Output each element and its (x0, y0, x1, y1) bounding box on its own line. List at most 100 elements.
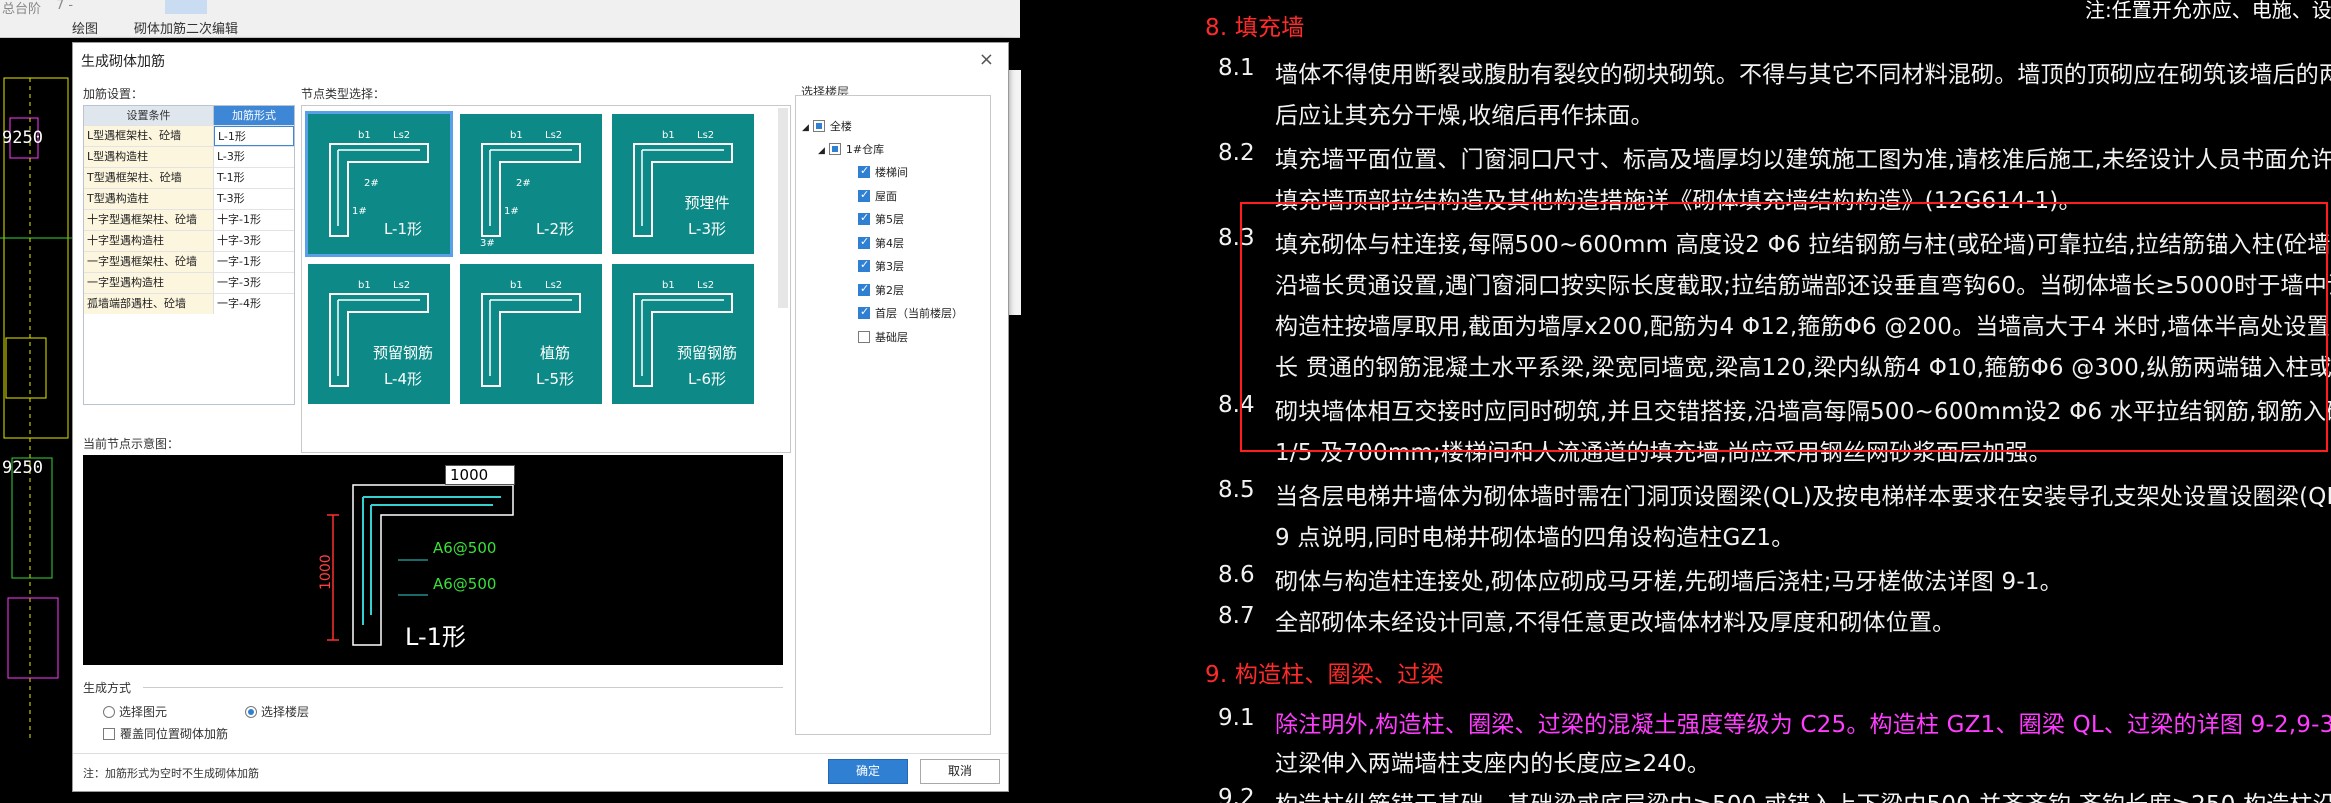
close-icon[interactable]: × (979, 49, 994, 70)
cell-form[interactable]: T-1形 (214, 168, 294, 188)
tree-label: 首层（当前楼层） (875, 307, 963, 320)
collapse-arrow-icon[interactable]: ◢ (802, 123, 809, 133)
option-label: 选择楼层 (261, 705, 310, 719)
thumb-mark-ls2: Ls2 (545, 130, 562, 141)
dimension-input[interactable]: 1000 (445, 465, 515, 485)
node-type-label: 节点类型选择： (301, 87, 386, 101)
table-row[interactable]: 十字型遇框架柱、砼墙 十字-1形 (84, 209, 294, 230)
thumb-label: L-2形 (535, 220, 575, 238)
cell-condition: 十字型遇构造柱 (84, 231, 214, 251)
cell-form[interactable]: 十字-3形 (214, 231, 294, 251)
cell-condition: 一字型遇构造柱 (84, 273, 214, 293)
checkbox-icon[interactable] (103, 728, 115, 740)
cell-form[interactable]: 一字-3形 (214, 273, 294, 293)
table-row[interactable]: T型遇构造柱 T-3形 (84, 188, 294, 209)
item-number: 8.6 (1218, 562, 1255, 588)
tree-node-floor[interactable]: 基础层 (858, 329, 908, 345)
footer-note: 注：加筋形式为空时不生成砌体加筋 (83, 767, 259, 780)
cell-condition: 一字型遇框架柱、砼墙 (84, 252, 214, 272)
item-number: 9.2 (1218, 785, 1255, 803)
cell-condition: 孤墙端部遇柱、砼墙 (84, 294, 214, 314)
cell-form[interactable]: 十字-1形 (214, 210, 294, 230)
ribbon-tab-edit[interactable]: 砌体加筋二次编辑 (134, 18, 238, 37)
thumb-mark-b1: b1 (662, 130, 675, 141)
cancel-button[interactable]: 取消 (920, 759, 1000, 784)
checkbox-icon[interactable] (858, 211, 870, 225)
table-row[interactable]: 孤墙端部遇柱、砼墙 一字-4形 (84, 293, 294, 314)
tree-node-floor[interactable]: 楼梯间 (858, 164, 908, 180)
note-line: 9 点说明,同时电梯井砌体墙的四角设构造柱GZ1。 (1275, 525, 1795, 551)
thumb-label: L-3形 (687, 220, 727, 238)
thumb-sublabel: 预留钢筋 (372, 344, 433, 362)
floor-tree: ◢ 全楼 ◢ 1#仓库 楼梯间屋面第5层第4层第3层第2层首层（当前楼层） 基础层 (795, 95, 991, 735)
cell-form[interactable]: L-3形 (214, 147, 294, 167)
cell-form[interactable]: 一字-1形 (214, 252, 294, 272)
radio-icon[interactable] (245, 706, 257, 718)
checkbox-icon[interactable] (812, 120, 825, 132)
node-thumb-l4[interactable]: b1 Ls2 预留钢筋 L-4形 (308, 264, 450, 404)
cell-form[interactable]: L-1形 (214, 126, 294, 146)
ok-button[interactable]: 确定 (828, 759, 908, 784)
node-type-gallery: b1 Ls2 2# 1# L-1形 b1 Ls2 2# 1# 3# L-2形 b… (301, 105, 791, 453)
option-select-element[interactable]: 选择图元 (103, 703, 167, 720)
overwrite-option[interactable]: 覆盖同位置砌体加筋 (103, 725, 228, 742)
ribbon-fragment-2: 7 - (56, 0, 74, 13)
thumb-mark-b1: b1 (510, 280, 523, 291)
thumb-label: L-6形 (687, 370, 727, 388)
tree-node-all[interactable]: ◢ 全楼 (802, 118, 852, 134)
checkbox-icon[interactable] (858, 188, 870, 202)
checkbox-icon[interactable] (858, 305, 870, 319)
gallery-scrollbar[interactable] (778, 108, 788, 308)
table-row[interactable]: 一字型遇框架柱、砼墙 一字-1形 (84, 251, 294, 272)
radio-icon[interactable] (103, 706, 115, 718)
tree-node-building[interactable]: ◢ 1#仓库 (818, 141, 884, 157)
cell-form[interactable]: T-3形 (214, 189, 294, 209)
item-number: 8.7 (1218, 603, 1255, 629)
thumb-mark-ls2: Ls2 (697, 280, 714, 291)
ribbon-fragment-1: 总台阶 (2, 2, 42, 17)
tree-node-floor[interactable]: 屋面 (858, 188, 897, 204)
option-select-floor[interactable]: 选择楼层 (245, 703, 309, 720)
node-thumb-l3[interactable]: b1 Ls2 预埋件 L-3形 (612, 114, 754, 254)
checkbox-icon[interactable] (858, 282, 870, 296)
checkbox-icon[interactable] (858, 330, 870, 343)
tree-label: 楼梯间 (875, 166, 908, 179)
tree-label: 全楼 (829, 120, 852, 133)
checkbox-icon[interactable] (858, 235, 870, 249)
cell-condition: L型遇构造柱 (84, 147, 214, 167)
node-thumb-l2[interactable]: b1 Ls2 2# 1# 3# L-2形 (460, 114, 602, 254)
node-thumb-l5[interactable]: b1 Ls2 植筋 L-5形 (460, 264, 602, 404)
note-line: 构造柱纵筋锚于基础、基础梁或底层梁内≥500,或锚入上下梁内500,并齐齐钩,齐… (1275, 785, 2331, 803)
thumb-sublabel: 预留钢筋 (676, 344, 737, 362)
checkbox-icon[interactable] (858, 164, 870, 178)
table-row[interactable]: L型遇构造柱 L-3形 (84, 146, 294, 167)
tree-node-floor[interactable]: 第4层 (858, 235, 904, 251)
note-line: 过梁伸入两端墙柱支座内的长度应≥240。 (1275, 751, 1711, 777)
table-row[interactable]: 一字型遇构造柱 一字-3形 (84, 272, 294, 293)
tree-node-floor[interactable]: 第3层 (858, 258, 904, 274)
cell-condition: L型遇框架柱、砼墙 (84, 126, 214, 146)
node-thumb-l6[interactable]: b1 Ls2 预留钢筋 L-6形 (612, 264, 754, 404)
dialog-title: 生成砌体加筋 (81, 54, 165, 70)
thumb-mark-b1: b1 (510, 130, 523, 141)
thumb-mark-1: 1# (504, 206, 519, 217)
thumb-label: L-1形 (383, 220, 423, 238)
collapse-arrow-icon[interactable]: ◢ (818, 146, 825, 156)
tree-node-floor[interactable]: 首层（当前楼层） (858, 305, 963, 321)
ribbon-active-button[interactable] (165, 0, 207, 14)
table-row[interactable]: 十字型遇构造柱 十字-3形 (84, 230, 294, 251)
cell-form[interactable]: 一字-4形 (214, 294, 294, 314)
preview-side-dimension: 1000 (318, 554, 334, 590)
checkbox-icon[interactable] (858, 258, 870, 272)
node-thumb-l1[interactable]: b1 Ls2 2# 1# L-1形 (305, 111, 453, 257)
checkbox-icon[interactable] (828, 143, 841, 155)
note-line: 填充墙平面位置、门窗洞口尺寸、标高及墙厚均以建筑施工图为准,请核准后施工,未经设… (1275, 147, 2331, 173)
thumb-mark-b1: b1 (662, 280, 675, 291)
tree-node-floor[interactable]: 第2层 (858, 282, 904, 298)
table-row[interactable]: T型遇框架柱、砼墙 T-1形 (84, 167, 294, 188)
cad-canvas-left[interactable]: 9250 9250 (0, 38, 72, 803)
tree-label: 1#仓库 (845, 143, 885, 156)
ribbon-tab-draw[interactable]: 绘图 (72, 18, 98, 37)
table-row[interactable]: L型遇框架柱、砼墙 L-1形 (84, 125, 294, 146)
tree-node-floor[interactable]: 第5层 (858, 211, 904, 227)
